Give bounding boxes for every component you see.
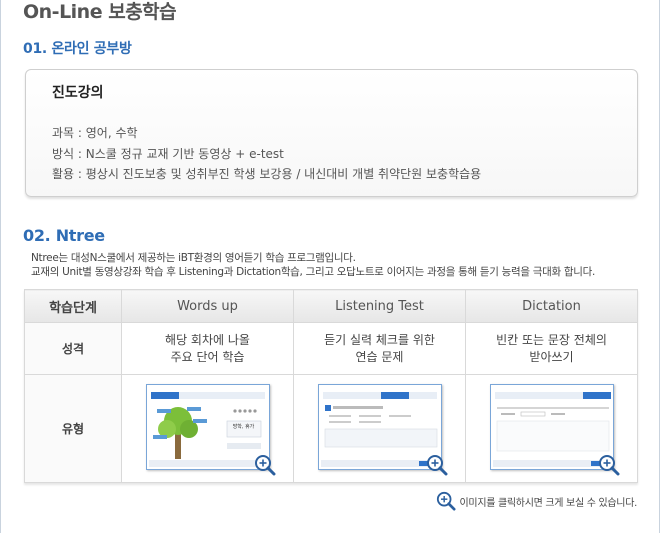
nature-words-up: 해당 회차에 나올 주요 단어 학습 (121, 322, 294, 375)
nature-line: 해당 회차에 나올 (165, 332, 250, 347)
thumb-bottom-bar (320, 459, 439, 467)
type-listening-test (293, 374, 466, 483)
enlarge-note: 이미지를 클릭하시면 크게 보실 수 있습니다. (436, 491, 637, 511)
header-dictation: Dictation (465, 289, 638, 323)
lecture-card: 진도강의 과목 : 영어, 수학 방식 : N스쿨 정규 교재 기반 동영상 +… (25, 69, 638, 197)
nature-line: 듣기 실력 체크를 위한 (324, 332, 435, 347)
enlarge-note-text: 이미지를 클릭하시면 크게 보실 수 있습니다. (459, 497, 638, 509)
thumb-word: 방학, 휴가 (232, 423, 255, 430)
table-header-row: 학습단계 Words up Listening Test Dictation (24, 289, 638, 323)
nature-dictation: 빈칸 또는 문장 전체의 받아쓰기 (465, 322, 638, 375)
intro-line: Ntree는 대성N스쿨에서 제공하는 iBT환경의 영어듣기 학습 프로그램입… (31, 252, 356, 264)
section-heading-online-study: 01. 온라인 공부방 (23, 41, 132, 57)
card-title: 진도강의 (52, 85, 104, 101)
nature-listening-test: 듣기 실력 체크를 위한 연습 문제 (293, 322, 466, 375)
nature-line: 받아쓰기 (529, 349, 574, 364)
zoom-in-icon[interactable] (598, 454, 620, 476)
thumbnail-words-up[interactable]: 방학, 휴가 (145, 383, 275, 475)
table-row-nature: 성격 해당 회차에 나올 주요 단어 학습 듣기 실력 체크를 위한 연습 문제… (24, 322, 638, 375)
header-words-up: Words up (121, 289, 294, 323)
nature-line: 주요 단어 학습 (170, 349, 245, 364)
nature-line: 빈칸 또는 문장 전체의 (496, 332, 607, 347)
thumbnail-dictation[interactable] (489, 383, 619, 475)
intro-line: 교재의 Unit별 동영상강좌 학습 후 Listening과 Dictatio… (31, 266, 596, 278)
thumbnail-listening-test[interactable] (317, 383, 447, 475)
quiz-illustration (324, 404, 437, 447)
thumbnail-image: 방학, 휴가 (145, 383, 270, 470)
nature-line: 연습 문제 (355, 349, 404, 364)
page-frame: On-Line 보충학습 01. 온라인 공부방 진도강의 과목 : 영어, 수… (0, 0, 660, 533)
card-line-usage: 활용 : 평상시 진도보충 및 성취부진 학생 보강용 / 내신대비 개별 취약… (52, 167, 482, 181)
zoom-in-icon[interactable] (426, 454, 448, 476)
card-line-subjects: 과목 : 영어, 수학 (52, 126, 138, 140)
dictation-illustration (496, 406, 609, 451)
thumbnail-image (489, 383, 614, 470)
card-line-method: 방식 : N스쿨 정규 교재 기반 동영상 + e-test (52, 147, 284, 161)
thumb-bottom-bar (492, 459, 611, 467)
type-words-up: 방학, 휴가 (121, 374, 294, 483)
learning-steps-table: 학습단계 Words up Listening Test Dictation 성… (24, 289, 638, 483)
header-listening-test: Listening Test (293, 289, 466, 323)
thumbnail-image (317, 383, 442, 470)
zoom-in-icon[interactable] (254, 454, 276, 476)
section-heading-ntree: 02. Ntree (23, 226, 105, 245)
table-row-type: 유형 방학, 휴가 (24, 374, 638, 483)
row-label-type: 유형 (24, 374, 122, 483)
thumb-bottom-bar (148, 459, 267, 467)
zoom-in-icon (436, 491, 456, 511)
page-title: On-Line 보충학습 (23, 1, 177, 23)
row-label-nature: 성격 (24, 322, 122, 375)
header-stage: 학습단계 (24, 289, 122, 323)
type-dictation (465, 374, 638, 483)
